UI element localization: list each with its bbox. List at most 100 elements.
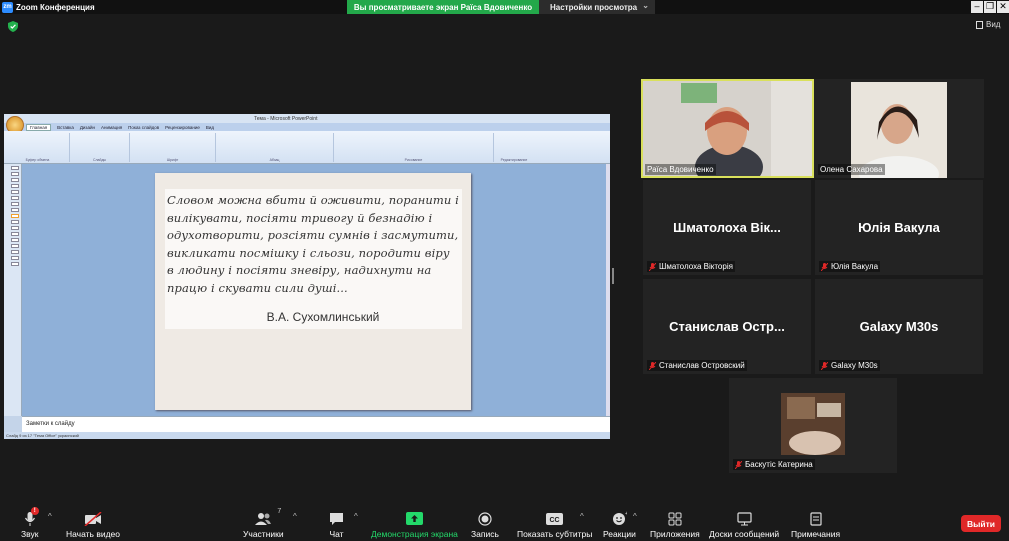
start-video-label: Начать видео <box>66 529 121 539</box>
reactions-options-caret[interactable]: ^ <box>633 512 637 521</box>
participant-tile[interactable]: Galaxy M30s Galaxy M30s <box>815 279 983 374</box>
ppt-tab-insert: Вставка <box>57 124 74 130</box>
slide-quote: Словом можна вбити й оживити, поранити і… <box>167 193 459 295</box>
captions-options-caret[interactable]: ^ <box>580 512 584 521</box>
view-toggle[interactable]: Вид <box>976 20 1000 29</box>
ribbon-group-paragraph: Абзац <box>216 133 334 162</box>
whiteboard-icon <box>736 511 752 525</box>
reaction-smiley-icon: + <box>612 511 627 525</box>
participant-name-label: Баскутіс Катерина <box>733 459 815 470</box>
participant-name-label: Galaxy M30s <box>819 360 880 371</box>
restore-button[interactable]: ❐ <box>984 1 996 13</box>
ppt-tab-design: Дизайн <box>79 124 96 130</box>
ppt-body: Словом можна вбити й оживити, поранити і… <box>4 164 610 432</box>
participant-tile[interactable]: Станислав Остр... Станислав Островский <box>643 279 811 374</box>
ppt-scrollbar <box>606 164 610 416</box>
notes-icon <box>809 511 822 526</box>
participant-name-label: Юлія Вакула <box>819 261 881 272</box>
ppt-tab-slideshow: Показ слайдов <box>128 124 160 130</box>
ribbon-group-clipboard: Буфер обмена <box>6 133 70 162</box>
ribbon-group-drawing: Рисование <box>334 133 494 162</box>
reactions-button[interactable]: + Реакции <box>603 510 636 539</box>
apps-button[interactable]: Приложения <box>650 510 700 539</box>
audio-button[interactable]: ! Звук <box>21 507 39 539</box>
ppt-tab-animation: Анимация <box>101 124 123 130</box>
svg-text:+: + <box>625 511 627 517</box>
svg-text:CC: CC <box>550 517 560 524</box>
participant-name: Олена Сахарова <box>818 164 885 175</box>
participant-tile[interactable]: Раїса Вдовиченко <box>641 79 814 178</box>
share-screen-label: Демонстрация экрана <box>371 529 458 539</box>
participant-name-label: Станислав Островский <box>647 360 747 371</box>
audio-label: Звук <box>21 529 39 539</box>
ribbon-group-font: Шрифт <box>130 133 216 162</box>
start-video-button[interactable]: Начать видео <box>66 510 120 539</box>
ribbon-group-editing: Редактирование <box>500 158 528 162</box>
mic-muted-icon <box>821 262 828 271</box>
chevron-down-icon: ⌄ <box>642 1 649 10</box>
participant-display-name: Станислав Остр... <box>669 319 785 334</box>
participant-video <box>781 393 845 455</box>
leave-meeting-button[interactable]: Выйти <box>961 515 1001 532</box>
notes-label: Примечания <box>791 529 841 539</box>
captions-label: Показать субтитры <box>517 529 593 539</box>
ribbon-group-slides: Слайды <box>70 133 130 162</box>
ppt-status-bar: Слайд 9 из 17 "Тема Office" украинский <box>4 432 610 439</box>
view-options-label: Настройки просмотра <box>550 2 638 12</box>
slide-thumbnails <box>4 164 22 416</box>
ppt-tab-home: Главная <box>26 123 52 131</box>
ppt-window-title: Тема - Microsoft PowerPoint <box>254 116 318 122</box>
ppt-tab-view: Вид <box>205 124 215 130</box>
chat-label: Чат <box>329 529 344 539</box>
slide-edit-area: Словом можна вбити й оживити, поранити і… <box>22 164 606 416</box>
view-toggle-label: Вид <box>986 20 1001 29</box>
participants-button[interactable]: 7 Участники <box>243 508 284 539</box>
mic-muted-icon <box>649 262 656 271</box>
participant-display-name: Шматолоха Вік... <box>673 220 781 235</box>
slide-author: В.А. Сухомлинський <box>266 310 380 324</box>
participant-tile[interactable]: Олена Сахарова <box>814 79 984 178</box>
view-options-button[interactable]: Настройки просмотра ⌄ <box>539 0 655 14</box>
chat-button[interactable]: Чат <box>329 510 344 539</box>
meeting-toolbar <box>0 500 1009 541</box>
apps-icon <box>668 512 682 525</box>
participant-name-label: Шматолоха Вікторія <box>647 261 735 272</box>
participant-tile[interactable]: Юлія Вакула Юлія Вакула <box>815 180 983 275</box>
participants-options-caret[interactable]: ^ <box>293 512 297 521</box>
zoom-window: zm Zoom Конференция Вы просматриваете эк… <box>0 0 1009 541</box>
whiteboards-button[interactable]: Доски сообщений <box>709 510 779 539</box>
quote-box: Словом можна вбити й оживити, поранити і… <box>165 189 462 329</box>
record-icon <box>478 511 492 526</box>
audio-warning-badge: ! <box>30 507 39 515</box>
security-shield-icon[interactable] <box>8 21 18 32</box>
record-label: Запись <box>471 529 499 539</box>
ppt-ribbon: Буфер обмена Слайды Шрифт Абзац Рисовани… <box>4 131 610 164</box>
participant-display-name: Юлія Вакула <box>858 220 940 235</box>
video-off-icon <box>84 511 102 526</box>
participants-count: 7 <box>277 508 282 515</box>
reactions-label: Реакции <box>603 529 636 539</box>
mic-muted-icon <box>735 460 742 469</box>
mic-muted-icon <box>821 361 828 370</box>
mic-muted-icon <box>649 361 656 370</box>
closed-captions-icon: CC <box>546 512 564 525</box>
ppt-tab-review: Рецензирование <box>165 124 200 130</box>
share-screen-button[interactable]: Демонстрация экрана <box>371 510 458 539</box>
notes-button[interactable]: Примечания <box>791 510 840 539</box>
minimize-button[interactable]: – <box>971 1 983 13</box>
ppt-title-bar: Тема - Microsoft PowerPoint <box>4 114 610 123</box>
zoom-logo-icon: zm <box>2 1 13 13</box>
participant-tile[interactable]: Шматолоха Вік... Шматолоха Вікторія <box>643 180 811 275</box>
share-screen-icon <box>405 512 423 525</box>
record-button[interactable]: Запись <box>471 510 499 539</box>
chat-options-caret[interactable]: ^ <box>354 512 358 521</box>
app-title: Zoom Конференция <box>16 2 95 12</box>
close-button[interactable]: ✕ <box>997 1 1009 13</box>
participants-label: Участники <box>243 529 284 539</box>
ppt-ribbon-tabs: Главная Вставка Дизайн Анимация Показ сл… <box>4 123 610 131</box>
audio-options-caret[interactable]: ^ <box>48 512 52 521</box>
grid-view-icon <box>976 20 983 29</box>
split-handle[interactable] <box>612 268 614 284</box>
participant-tile[interactable]: Баскутіс Катерина <box>729 378 897 473</box>
sharing-notice: Вы просматриваете экран Раїса Вдовиченко <box>347 0 539 14</box>
